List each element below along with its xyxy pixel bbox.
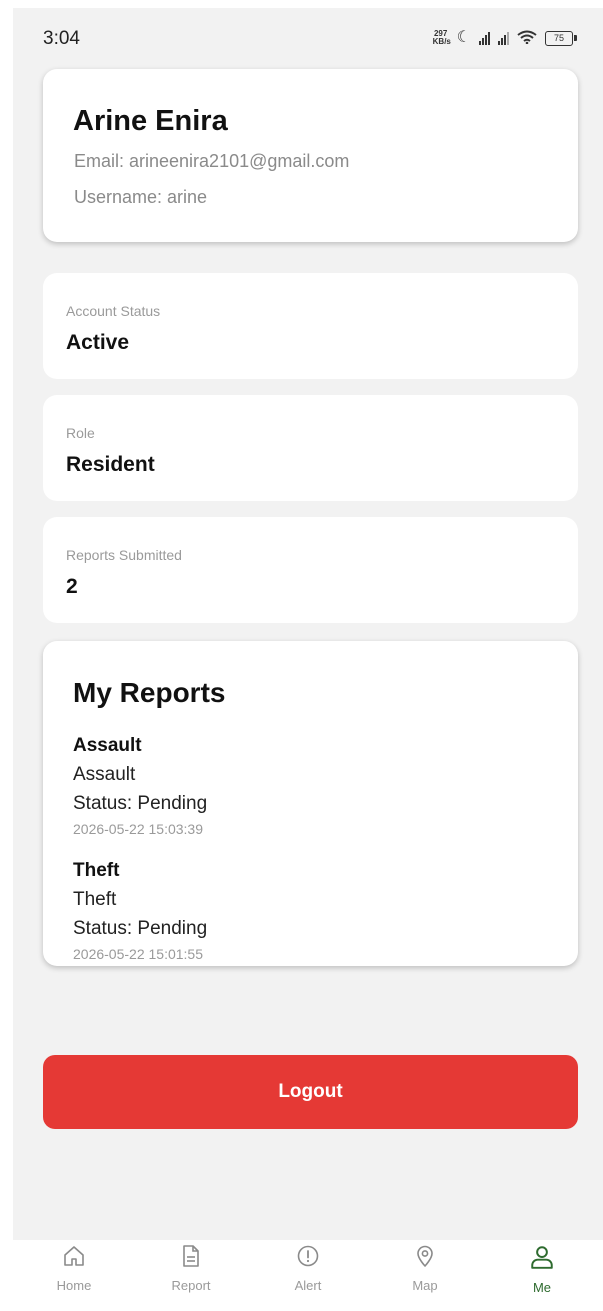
network-speed: 297 KB/s xyxy=(432,29,451,46)
my-reports-card: My Reports Assault Assault Status: Pendi… xyxy=(43,641,578,966)
profile-email: Email: arineenira2101@gmail.com xyxy=(74,151,350,171)
report-item[interactable]: Assault Assault Status: Pending 2026-05-… xyxy=(73,731,553,840)
my-reports-title: My Reports xyxy=(73,677,226,708)
nav-label-home: Home xyxy=(56,1278,92,1293)
home-icon xyxy=(64,1246,84,1266)
role-value: Resident xyxy=(66,453,155,476)
do-not-disturb-icon: ☾ xyxy=(456,29,471,46)
signal-icon-2 xyxy=(498,31,509,45)
nav-item-alert[interactable]: Alert xyxy=(268,1244,348,1308)
signal-icon xyxy=(479,31,490,45)
account-status-value: Active xyxy=(66,331,130,354)
report-status: Status: Pending xyxy=(73,793,208,814)
user-icon xyxy=(531,1246,553,1269)
nav-item-home[interactable]: Home xyxy=(34,1244,114,1308)
reports-submitted-card: Reports Submitted 2 xyxy=(43,517,578,623)
status-icons: 297 KB/s ☾ 75 xyxy=(432,29,577,46)
report-date: 2026-05-22 15:03:39 xyxy=(73,821,203,837)
profile-screen: 3:04 297 KB/s ☾ 75 Arine Enira Email: ar… xyxy=(13,8,603,1240)
nav-item-map[interactable]: Map xyxy=(385,1244,465,1308)
bottom-nav: Home Report Alert Map Me xyxy=(0,1240,603,1311)
account-status-label: Account Status xyxy=(66,303,161,319)
role-label: Role xyxy=(66,425,95,441)
status-bar: 3:04 297 KB/s ☾ 75 xyxy=(13,8,603,64)
reports-submitted-label: Reports Submitted xyxy=(66,547,182,563)
report-item[interactable]: Theft Theft Status: Pending 2026-05-22 1… xyxy=(73,856,553,965)
profile-name: Arine Enira xyxy=(73,105,228,137)
report-title: Assault xyxy=(73,735,142,756)
nav-label-alert: Alert xyxy=(294,1278,322,1293)
reports-submitted-value: 2 xyxy=(66,575,78,598)
report-type: Theft xyxy=(73,889,117,910)
nav-label-report: Report xyxy=(171,1278,211,1293)
logout-button[interactable]: Logout xyxy=(43,1055,578,1129)
nav-item-report[interactable]: Report xyxy=(151,1244,231,1308)
report-status: Status: Pending xyxy=(73,918,208,939)
map-pin-icon xyxy=(417,1245,433,1267)
nav-item-me[interactable]: Me xyxy=(502,1244,582,1308)
role-card: Role Resident xyxy=(43,395,578,501)
status-time: 3:04 xyxy=(43,28,80,49)
profile-card: Arine Enira Email: arineenira2101@gmail.… xyxy=(43,69,578,242)
profile-username: Username: arine xyxy=(74,187,208,207)
battery-icon: 75 xyxy=(545,30,577,46)
document-icon xyxy=(183,1245,199,1267)
nav-label-map: Map xyxy=(412,1278,438,1293)
nav-label-me: Me xyxy=(532,1280,552,1295)
report-title: Theft xyxy=(73,860,120,881)
account-status-card: Account Status Active xyxy=(43,273,578,379)
report-type: Assault xyxy=(73,764,136,785)
alert-icon xyxy=(297,1245,319,1267)
report-date: 2026-05-22 15:01:55 xyxy=(73,946,203,962)
wifi-icon xyxy=(517,30,537,46)
